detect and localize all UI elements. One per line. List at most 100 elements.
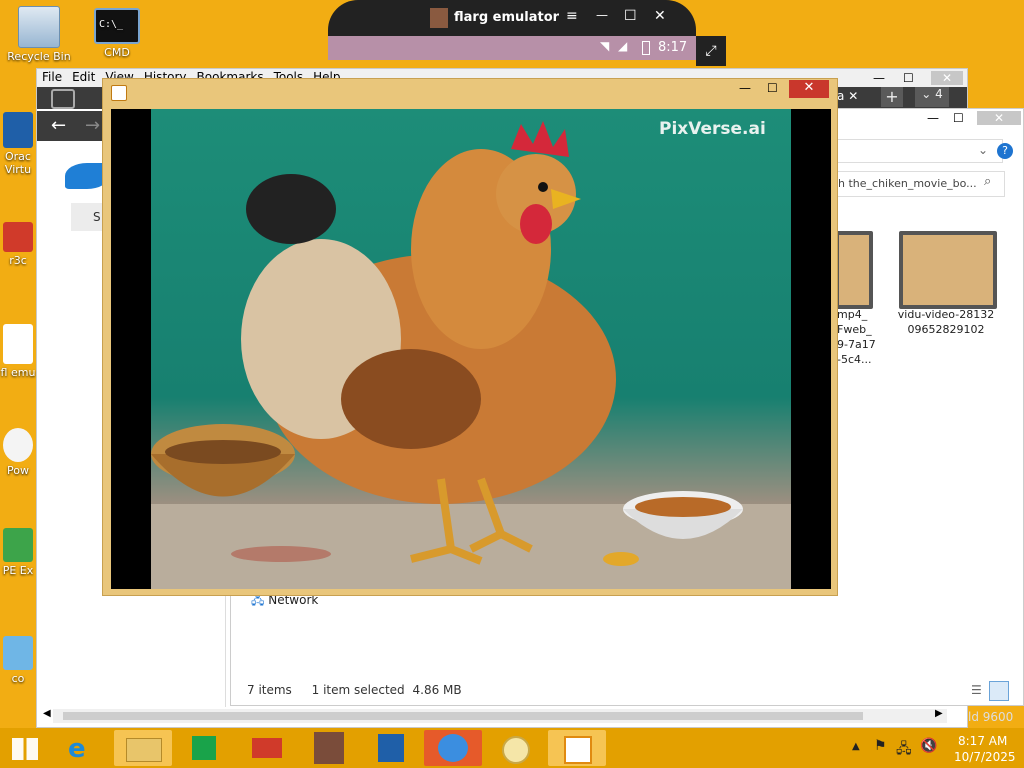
- desktop-icon-label: r3c: [9, 254, 27, 267]
- explorer-maximize-button[interactable]: ☐: [953, 111, 964, 125]
- system-tray: ▲ ⚑ 🖧 🔇 8:17 AM 10/7/2025: [848, 732, 1024, 768]
- virtualbox-icon: [3, 112, 33, 148]
- browser-hscrollbar[interactable]: ◀ ▶: [43, 708, 947, 723]
- file-name: mp4_ Fweb_ 9-7a17 -5c4...: [837, 308, 876, 366]
- pe-explorer-icon: [3, 528, 33, 562]
- browser-maximize-button[interactable]: ☐: [903, 71, 914, 85]
- player-close-button[interactable]: ✕: [789, 80, 829, 98]
- windows-logo-icon: [12, 738, 38, 760]
- help-icon[interactable]: ?: [997, 143, 1013, 159]
- desktop-icon-label: fl emu: [0, 366, 36, 379]
- taskbar-virtualbox[interactable]: [362, 730, 420, 766]
- status-bar: 7 items 1 item selected 4.86 MB ☰: [247, 681, 1009, 701]
- sidebar-toggle-icon[interactable]: [51, 89, 75, 109]
- clock-time[interactable]: 8:17 AM: [958, 734, 1007, 748]
- large-icons-view-icon[interactable]: [989, 681, 1009, 701]
- video-frame: PixVerse.ai: [151, 109, 791, 589]
- browser-close-button[interactable]: ✕: [931, 71, 963, 85]
- status-size: 4.86 MB: [412, 683, 462, 697]
- taskbar-app2[interactable]: [424, 730, 482, 766]
- taskbar-player[interactable]: [548, 730, 606, 766]
- virtualbox-icon: [378, 734, 404, 762]
- disc-icon: [502, 736, 530, 764]
- browser-window-controls: — ☐ ✕: [863, 71, 963, 87]
- taskbar-media[interactable]: [486, 730, 544, 766]
- scrollbar-thumb[interactable]: [63, 712, 863, 720]
- powershell-icon: [3, 428, 33, 462]
- video-surface[interactable]: PixVerse.ai: [111, 109, 831, 589]
- desktop-icon-label: PE Ex: [2, 564, 34, 577]
- flarg-emulator-icon: [3, 324, 33, 364]
- tray-overflow-icon[interactable]: ▲: [852, 741, 860, 752]
- player-app-icon: [111, 85, 127, 101]
- signal-icon: ◢: [618, 39, 628, 53]
- desktop-icon-recycle-bin[interactable]: Recycle Bin: [4, 6, 74, 63]
- wifi-icon: ◥: [600, 39, 610, 53]
- folder-icon: [126, 738, 162, 762]
- details-view-icon[interactable]: ☰: [971, 683, 982, 697]
- taskbar-emulator[interactable]: [300, 730, 358, 766]
- desktop-icon-cmd[interactable]: C:\_ CMD: [82, 8, 152, 59]
- player-minimize-button[interactable]: —: [739, 81, 751, 95]
- emulator-titlebar[interactable]: flarg emulator ≡ — ☐ ✕: [328, 0, 696, 36]
- r3c-icon: [3, 222, 33, 252]
- desktop-icon-label: Pow: [7, 464, 29, 477]
- explorer-close-button[interactable]: ✕: [977, 111, 1021, 125]
- clock-date[interactable]: 10/7/2025: [954, 750, 1016, 764]
- search-input[interactable]: h the_chiken_movie_bo...: [838, 177, 977, 190]
- store-icon: [192, 736, 216, 760]
- new-tab-button[interactable]: +: [881, 87, 903, 107]
- flag-icon[interactable]: ⚑: [874, 738, 887, 754]
- emulator-time: 8:17: [658, 40, 688, 55]
- network-tray-icon[interactable]: 🖧: [896, 738, 912, 762]
- emulator-menu-button[interactable]: ≡: [566, 8, 578, 24]
- emulator-statusbar: ◥ ◢ 8:17: [328, 36, 696, 60]
- emulator-minimize-button[interactable]: —: [596, 8, 608, 22]
- chicken-illustration: [151, 121, 791, 589]
- file-thumbnail: [835, 231, 873, 309]
- emulator-title: flarg emulator: [454, 10, 560, 25]
- fullscreen-icon: ⤢: [705, 43, 717, 59]
- chevron-down-icon: ⌄: [921, 87, 932, 101]
- taskbar-app[interactable]: [238, 730, 296, 766]
- tab-fragment[interactable]: a ✕: [837, 89, 858, 103]
- address-bar[interactable]: ⌄: [831, 139, 1003, 163]
- emulator-app-icon: [430, 8, 448, 28]
- app2-icon: [438, 734, 468, 762]
- chevron-down-icon[interactable]: ⌄: [978, 143, 988, 157]
- explorer-minimize-button[interactable]: —: [927, 111, 939, 125]
- video-player-window[interactable]: — ☐ ✕ PixVerse.ai: [102, 78, 838, 596]
- control-icon: [3, 636, 33, 670]
- taskbar-explorer[interactable]: [114, 730, 172, 766]
- taskbar-ie[interactable]: e: [54, 730, 112, 766]
- scroll-left-icon[interactable]: ◀: [43, 708, 51, 719]
- scroll-right-icon[interactable]: ▶: [935, 708, 943, 719]
- desktop-icon-label: co: [11, 672, 25, 685]
- menu-file[interactable]: File: [37, 69, 67, 85]
- player-maximize-button[interactable]: ☐: [767, 81, 778, 95]
- file-name: vidu-video-28132 09652829102: [897, 308, 995, 336]
- cmd-icon: C:\_: [94, 8, 140, 44]
- status-items: 7 items: [247, 683, 292, 697]
- menu-edit[interactable]: Edit: [67, 69, 100, 85]
- search-box[interactable]: h the_chiken_movie_bo... ⌕: [831, 171, 1005, 197]
- emulator-maximize-button[interactable]: ☐: [624, 8, 637, 24]
- browser-minimize-button[interactable]: —: [873, 71, 885, 85]
- taskbar-store[interactable]: [176, 730, 234, 766]
- volume-muted-icon[interactable]: 🔇: [920, 738, 937, 754]
- tab-list-button[interactable]: ⌄ 4: [915, 87, 949, 107]
- app-icon: [252, 738, 282, 758]
- back-arrow-icon[interactable]: ←: [51, 115, 66, 136]
- player-icon: [564, 736, 592, 764]
- start-button[interactable]: [2, 730, 48, 766]
- desktop-icon-label: CMD: [104, 46, 130, 59]
- file-thumbnail: [899, 231, 997, 309]
- recycle-bin-icon: [18, 6, 60, 48]
- search-icon[interactable]: ⌕: [984, 174, 991, 189]
- forward-arrow-icon[interactable]: →: [85, 115, 100, 136]
- emulator-close-button[interactable]: ✕: [654, 8, 666, 24]
- tab-close-icon[interactable]: ✕: [848, 89, 858, 103]
- internet-explorer-icon: e: [68, 734, 86, 764]
- fullscreen-button[interactable]: ⤢: [696, 36, 726, 66]
- emulator-window[interactable]: flarg emulator ≡ — ☐ ✕ ◥ ◢ 8:17 ⤢: [328, 0, 726, 68]
